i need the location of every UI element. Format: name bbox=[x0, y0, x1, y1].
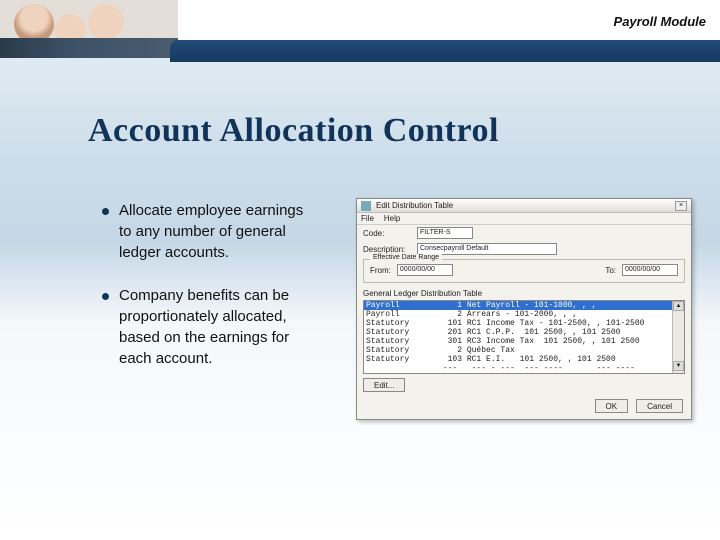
dialog-title-text: Edit Distribution Table bbox=[376, 201, 453, 210]
chevron-up-icon[interactable]: ▲ bbox=[673, 301, 684, 311]
from-date-input[interactable]: 0000/00/00 bbox=[397, 264, 453, 276]
dialog-titlebar[interactable]: Edit Distribution Table × bbox=[357, 199, 691, 213]
list-item[interactable]: Statutory 101 RC1 Income Tax - 101-2500,… bbox=[364, 319, 684, 328]
page-title: Account Allocation Control bbox=[88, 112, 499, 150]
date-range-fieldset: Effective Date Range From: 0000/00/00 To… bbox=[363, 259, 685, 283]
bullet-item: Company benefits can be proportionately … bbox=[102, 285, 312, 369]
list-item[interactable]: Statutory 2 Québec Tax bbox=[364, 346, 684, 355]
distribution-dialog: Edit Distribution Table × File Help Code… bbox=[356, 198, 692, 420]
list-item[interactable]: Statutory 301 RC3 Income Tax 101 2500, ,… bbox=[364, 337, 684, 346]
slide-root: Payroll Module Account Allocation Contro… bbox=[0, 0, 720, 540]
bullet-item: Allocate employee earnings to any number… bbox=[102, 200, 312, 263]
ok-button[interactable]: OK bbox=[595, 399, 629, 413]
code-input[interactable]: FILTER-S bbox=[417, 227, 473, 239]
code-label: Code: bbox=[363, 229, 411, 238]
bullet-dot-icon bbox=[102, 208, 109, 215]
list-item[interactable]: --- --- - --- --- ---- --- ---- bbox=[364, 364, 684, 373]
scrollbar[interactable]: ▲ ▼ bbox=[672, 301, 684, 373]
header-band bbox=[170, 40, 720, 62]
chevron-down-icon[interactable]: ▼ bbox=[673, 361, 684, 371]
description-label: Description: bbox=[363, 245, 411, 254]
from-label: From: bbox=[370, 266, 391, 275]
bullet-dot-icon bbox=[102, 293, 109, 300]
edit-button[interactable]: Edit... bbox=[363, 378, 405, 392]
module-label: Payroll Module bbox=[614, 14, 706, 29]
dialog-menubar: File Help bbox=[357, 213, 691, 225]
bullet-text: Allocate employee earnings to any number… bbox=[119, 200, 312, 263]
menu-help[interactable]: Help bbox=[384, 213, 400, 224]
menu-file[interactable]: File bbox=[361, 213, 374, 224]
list-item[interactable]: Statutory 103 RC1 E.I. 101 2500, , 101 2… bbox=[364, 355, 684, 364]
header-bar: Payroll Module bbox=[0, 0, 720, 58]
to-label: To: bbox=[605, 266, 616, 275]
app-icon bbox=[361, 201, 371, 211]
list-item[interactable]: Statutory 201 RC1 C.P.P. 101 2500, , 101… bbox=[364, 328, 684, 337]
bullet-text: Company benefits can be proportionately … bbox=[119, 285, 312, 369]
date-range-legend: Effective Date Range bbox=[370, 254, 442, 261]
list-item[interactable]: Payroll 2 Arrears - 101-2000, , , bbox=[364, 310, 684, 319]
bullet-list: Allocate employee earnings to any number… bbox=[102, 200, 312, 391]
code-row: Code: FILTER-S bbox=[357, 225, 691, 241]
gl-list-rows: Payroll 1 Net Payroll - 101-1000, , , Pa… bbox=[364, 301, 684, 373]
to-date-input[interactable]: 0000/00/00 bbox=[622, 264, 678, 276]
header-photo bbox=[0, 0, 178, 58]
gl-table-label: General Ledger Distribution Table bbox=[363, 289, 685, 298]
close-button[interactable]: × bbox=[675, 201, 687, 211]
list-item[interactable]: Payroll 1 Net Payroll - 101-1000, , , bbox=[364, 301, 684, 310]
cancel-button[interactable]: Cancel bbox=[636, 399, 683, 413]
gl-listbox[interactable]: Payroll 1 Net Payroll - 101-1000, , , Pa… bbox=[363, 300, 685, 374]
